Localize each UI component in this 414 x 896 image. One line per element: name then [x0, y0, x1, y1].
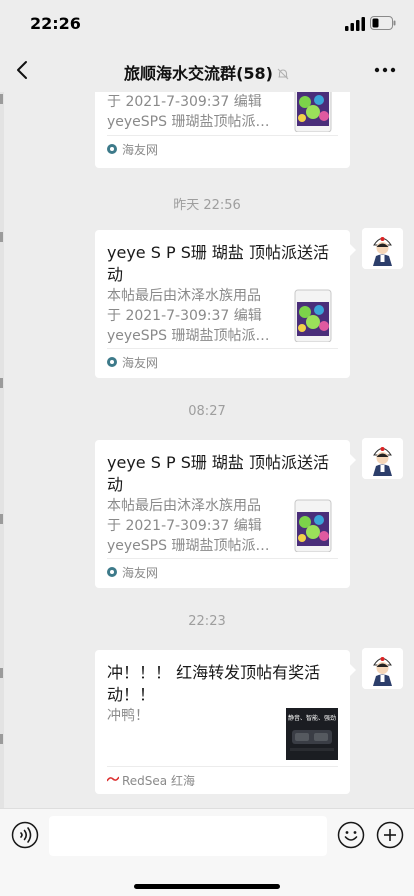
mute-bell-icon [277, 68, 289, 80]
edge-mark [0, 378, 3, 388]
avatar[interactable] [362, 648, 403, 689]
card-footer: 海友网 [107, 135, 338, 159]
card-desc-line: yeyeSPS 珊瑚盐顶帖派… [107, 538, 270, 554]
salt-bucket-thumbnail [294, 499, 332, 552]
card-description: 本帖最后由沐泽水族用品 于 2021-7-309:37 编辑 yeyeSPS 珊… [107, 496, 272, 556]
avatar-icon [362, 648, 403, 689]
link-card[interactable]: 于 2021-7-309:37 编辑 yeyeSPS 珊瑚盐顶帖派… 海友网 [95, 92, 350, 168]
card-desc-line: 于 2021-7-309:37 编辑 [107, 94, 262, 110]
card-desc-line: 于 2021-7-309:37 编辑 [107, 518, 262, 534]
chat-title: 旅顺海水交流群(58) [0, 60, 414, 84]
source-icon [107, 567, 117, 577]
message-timestamp: 08:27 [188, 404, 226, 419]
bubble-tail [350, 244, 356, 256]
card-desc-line: 本帖最后由沐泽水族用品 [107, 498, 261, 514]
card-source: 海友网 [122, 143, 159, 157]
card-desc-line: 冲鸭！ [107, 708, 149, 724]
chat-area[interactable]: 于 2021-7-309:37 编辑 yeyeSPS 珊瑚盐顶帖派… 海友网 昨… [0, 92, 414, 808]
plus-icon[interactable] [376, 821, 404, 849]
member-count: (58) [236, 64, 273, 83]
card-description: 冲鸭！ [107, 706, 272, 726]
card-description: 本帖最后由沐泽水族用品 于 2021-7-309:37 编辑 yeyeSPS 珊… [107, 286, 272, 346]
card-desc-line: yeyeSPS 珊瑚盐顶帖派… [107, 328, 270, 344]
avatar[interactable] [362, 228, 403, 269]
nav-bar: 旅顺海水交流群(58) [0, 48, 414, 92]
message-timestamp: 22:23 [188, 614, 226, 629]
input-bar [0, 808, 414, 896]
card-title: yeye S P S珊 瑚盐 顶帖派送活动 [107, 243, 330, 284]
status-time: 22:26 [30, 14, 81, 33]
card-description: 于 2021-7-309:37 编辑 yeyeSPS 珊瑚盐顶帖派… [107, 92, 272, 132]
avatar[interactable] [362, 438, 403, 479]
card-desc-line: yeyeSPS 珊瑚盐顶帖派… [107, 114, 270, 130]
signal-icon [345, 17, 365, 31]
source-icon [107, 357, 117, 367]
link-card[interactable]: 冲！！！ 红海转发顶帖有奖活动！！ 冲鸭！ 静音、智能、强劲 RedSea 红海 [95, 650, 356, 794]
card-source: RedSea 红海 [122, 774, 195, 788]
edge-mark [0, 668, 3, 678]
link-card[interactable]: yeye S P S珊 瑚盐 顶帖派送活动 本帖最后由沐泽水族用品 于 2021… [95, 440, 356, 588]
salt-bucket-thumbnail [294, 289, 332, 342]
card-footer: 海友网 [107, 348, 338, 372]
group-name: 旅顺海水交流群 [124, 64, 237, 83]
voice-icon[interactable] [11, 821, 39, 849]
bubble-tail [350, 664, 356, 676]
edge-mark [0, 232, 3, 242]
redsea-thumbnail: 静音、智能、强劲 [286, 708, 338, 760]
avatar-icon [362, 438, 403, 479]
message-input[interactable] [49, 816, 327, 856]
emoji-icon[interactable] [337, 821, 365, 849]
card-title: 冲！！！ 红海转发顶帖有奖活动！！ [107, 663, 321, 704]
salt-bucket-thumbnail [294, 92, 332, 132]
edge-mark [0, 514, 3, 524]
bubble-tail [350, 454, 356, 466]
card-title: yeye S P S珊 瑚盐 顶帖派送活动 [107, 453, 330, 494]
card-footer: 海友网 [107, 558, 338, 582]
message-timestamp: 昨天 22:56 [173, 198, 241, 213]
pump-device-icon [290, 730, 334, 751]
status-bar: 22:26 [0, 0, 414, 48]
edge-mark [0, 94, 3, 104]
avatar-icon [362, 228, 403, 269]
more-options-icon[interactable] [372, 60, 398, 80]
home-indicator[interactable] [134, 884, 280, 889]
source-icon [107, 144, 117, 154]
card-footer: RedSea 红海 [107, 766, 338, 790]
edge-mark [0, 734, 3, 744]
redsea-logo-icon [107, 776, 119, 782]
card-source: 海友网 [122, 566, 159, 580]
card-desc-line: 本帖最后由沐泽水族用品 [107, 288, 261, 304]
link-card[interactable]: yeye S P S珊 瑚盐 顶帖派送活动 本帖最后由沐泽水族用品 于 2021… [95, 230, 356, 378]
battery-icon [370, 16, 396, 30]
card-source: 海友网 [122, 356, 159, 370]
card-desc-line: 于 2021-7-309:37 编辑 [107, 308, 262, 324]
